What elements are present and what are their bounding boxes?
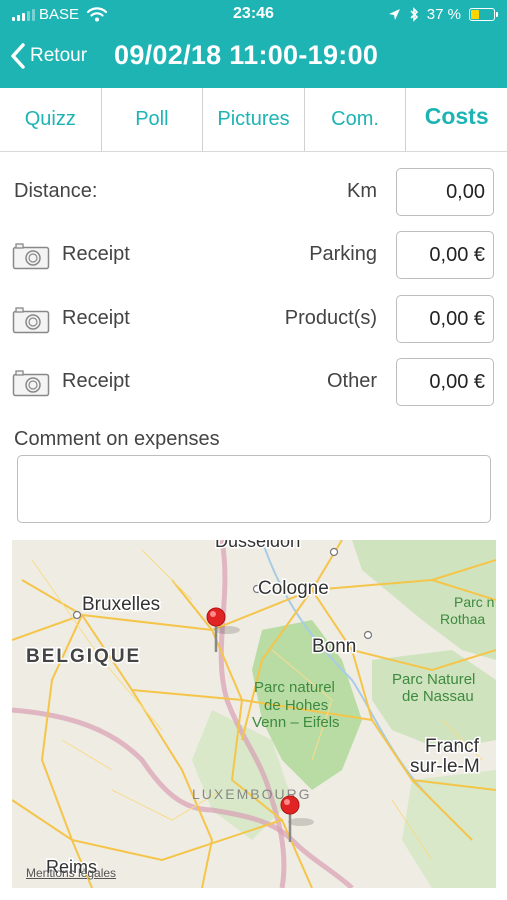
map-label-parc-nr2: Rothaa: [440, 611, 485, 627]
map-label-dusseldorf: Dusseldorf: [215, 540, 302, 551]
other-label: Other: [326, 370, 377, 392]
products-input[interactable]: 0,00 €: [396, 295, 494, 343]
tab-quizz[interactable]: Quizz: [0, 88, 102, 151]
page-title: 09/02/18 11:00-19:00: [114, 40, 379, 70]
tab-costs[interactable]: Costs: [406, 88, 507, 151]
tab-bar: Quizz Poll Pictures Com. Costs: [0, 88, 507, 152]
other-row: Receipt Other 0,00 €: [0, 358, 507, 408]
map-view[interactable]: Dusseldorf Cologne Bruxelles BELGIQUE Bo…: [12, 540, 496, 888]
map-label-parc-hohes1: Parc naturel: [254, 679, 335, 696]
back-button[interactable]: Retour: [10, 42, 87, 70]
products-row: Receipt Product(s) 0,00 €: [0, 295, 507, 345]
battery-percent: 37 %: [426, 6, 461, 23]
products-receipt-link[interactable]: Receipt: [62, 307, 130, 330]
other-receipt-link[interactable]: Receipt: [62, 370, 130, 393]
map-label-parc-nr1: Parc n: [454, 594, 494, 610]
status-right: 37 %: [388, 6, 498, 23]
parking-row: Receipt Parking 0,00 €: [0, 231, 507, 281]
comment-label: Comment on expenses: [14, 428, 220, 450]
map-label-cologne: Cologne: [258, 578, 329, 599]
parking-label: Parking: [309, 243, 377, 265]
map-label-parc-nassau1: Parc Naturel: [392, 671, 475, 688]
tab-pictures[interactable]: Pictures: [203, 88, 305, 151]
camera-icon[interactable]: [12, 242, 50, 270]
map-label-bonn: Bonn: [312, 636, 356, 657]
camera-icon[interactable]: [12, 369, 50, 397]
map-label-belgique: BELGIQUE: [26, 646, 141, 667]
map-label-frankfurt2: sur-le-M: [410, 756, 480, 777]
comment-input[interactable]: [17, 455, 491, 523]
battery-icon: [469, 8, 498, 21]
nav-bar: Retour 09/02/18 11:00-19:00: [0, 30, 507, 88]
map-label-bruxelles: Bruxelles: [82, 594, 160, 615]
map-label-frankfurt1: Francf: [425, 736, 480, 757]
tab-com[interactable]: Com.: [305, 88, 407, 151]
distance-input[interactable]: 0,00: [396, 168, 494, 216]
map-label-parc-hohes3: Venn – Eifels: [252, 714, 340, 731]
distance-row: Distance: Km 0,00: [0, 168, 507, 218]
parking-receipt-link[interactable]: Receipt: [62, 243, 130, 266]
parking-input[interactable]: 0,00 €: [396, 231, 494, 279]
other-input[interactable]: 0,00 €: [396, 358, 494, 406]
bluetooth-icon: [410, 7, 418, 22]
km-label: Km: [347, 180, 377, 202]
map-canvas: Dusseldorf Cologne Bruxelles BELGIQUE Bo…: [12, 540, 496, 888]
status-bar: BASE 23:46 37 %: [0, 0, 507, 30]
location-arrow-icon: [388, 9, 400, 20]
chevron-left-icon: [11, 43, 25, 69]
products-label: Product(s): [284, 307, 377, 329]
map-label-parc-hohes2: de Hohes: [264, 697, 328, 714]
distance-label: Distance:: [14, 180, 98, 202]
legal-link[interactable]: Mentions légales: [26, 866, 116, 880]
tab-poll[interactable]: Poll: [102, 88, 204, 151]
map-label-parc-nassau2: de Nassau: [402, 688, 474, 705]
back-label: Retour: [30, 45, 88, 66]
camera-icon[interactable]: [12, 306, 50, 334]
